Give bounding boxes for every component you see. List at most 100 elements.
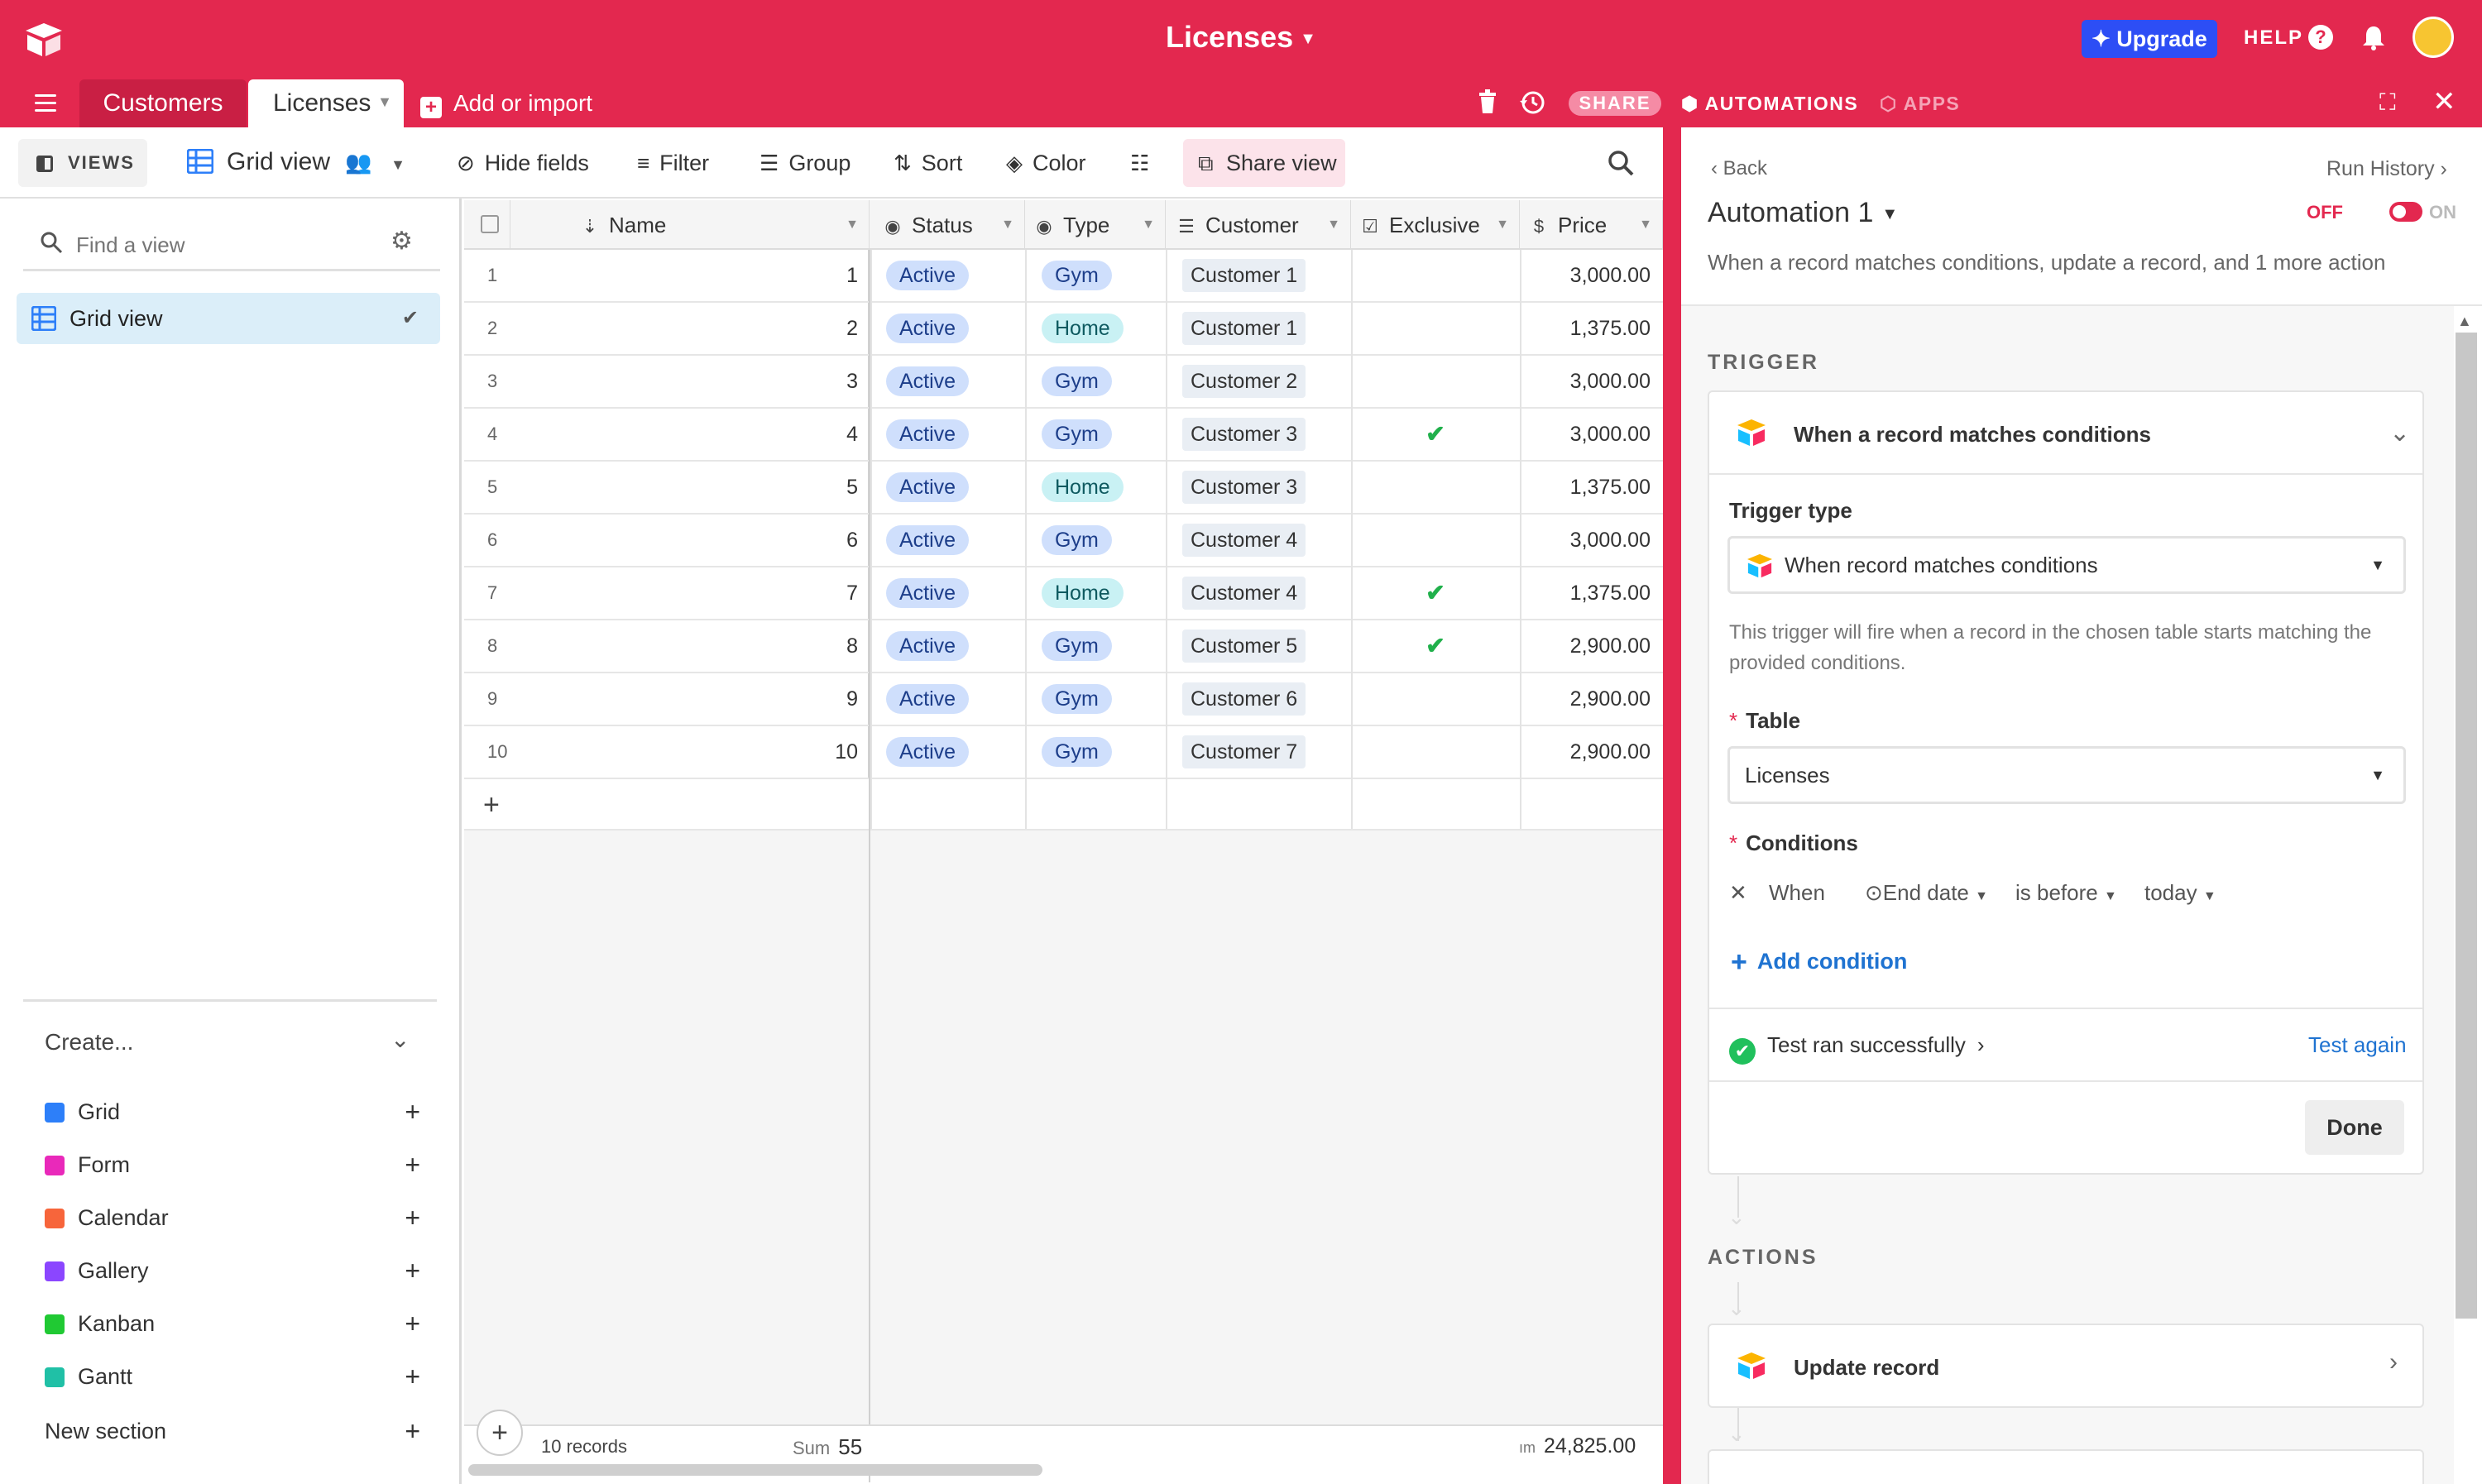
cell-price[interactable]: 2,900.00	[1520, 673, 1655, 725]
scroll-up-arrow-icon[interactable]: ▲	[2457, 313, 2472, 330]
create-form-view[interactable]: Form +	[45, 1148, 420, 1181]
column-header-name[interactable]: ⇣ Name ▼	[579, 200, 870, 250]
user-avatar[interactable]	[2413, 17, 2454, 58]
tab-automations[interactable]: ⬢ AUTOMATIONS	[1681, 91, 1858, 116]
cell-exclusive[interactable]	[1351, 726, 1520, 778]
table-row[interactable]: 1 1 Active Gym Customer 1 3,000.00	[464, 250, 1663, 303]
vertical-scrollbar[interactable]	[2456, 333, 2477, 1319]
cell-name[interactable]: 7	[464, 567, 870, 619]
test-result-link[interactable]: ✔ Test ran successfully ›	[1729, 1032, 1985, 1065]
cell-price[interactable]: 2,900.00	[1520, 620, 1655, 672]
cell-name[interactable]: 4	[464, 409, 870, 460]
cell-status[interactable]: Active	[881, 356, 1035, 407]
cell-type[interactable]: Home	[1035, 462, 1176, 513]
add-row[interactable]	[464, 779, 1663, 831]
close-icon[interactable]: ✕	[2432, 88, 2456, 116]
cell-customer[interactable]: Customer 3	[1176, 409, 1351, 460]
cell-price[interactable]: 3,000.00	[1520, 515, 1655, 566]
create-calendar-view[interactable]: Calendar +	[45, 1201, 420, 1234]
create-kanban-view[interactable]: Kanban +	[45, 1307, 420, 1340]
cell-price[interactable]: 3,000.00	[1520, 409, 1655, 460]
cell-price[interactable]: 1,375.00	[1520, 303, 1655, 354]
cell-type[interactable]: Home	[1035, 303, 1176, 354]
cell-type[interactable]: Gym	[1035, 620, 1176, 672]
help-icon[interactable]: ?	[2308, 25, 2333, 50]
share-button[interactable]: SHARE	[1569, 91, 1661, 116]
cell-status[interactable]: Active	[881, 303, 1035, 354]
cell-customer[interactable]: Customer 4	[1176, 515, 1351, 566]
upgrade-button[interactable]: ✦ Upgrade	[2082, 20, 2217, 58]
back-button[interactable]: ‹ Back	[1711, 157, 1767, 180]
linked-record-chip[interactable]: Customer 1	[1182, 312, 1306, 345]
cell-status[interactable]: Active	[881, 567, 1035, 619]
find-view-input[interactable]	[76, 227, 391, 263]
cell-status[interactable]: Active	[881, 250, 1035, 301]
cell-status[interactable]: Active	[881, 620, 1035, 672]
cell-customer[interactable]: Customer 1	[1176, 250, 1351, 301]
menu-icon[interactable]	[35, 94, 56, 112]
cell-name[interactable]: 9	[464, 673, 870, 725]
column-header-status[interactable]: ◉ Status ▼	[870, 200, 1025, 250]
chevron-down-icon[interactable]: ▼	[1142, 200, 1155, 250]
table-row[interactable]: 10 10 Active Gym Customer 7 2,900.00	[464, 726, 1663, 779]
cell-name[interactable]: 1	[464, 250, 870, 301]
cell-price[interactable]: 1,375.00	[1520, 462, 1655, 513]
horizontal-scrollbar[interactable]	[468, 1464, 1042, 1476]
linked-record-chip[interactable]: Customer 4	[1182, 524, 1306, 557]
cell-customer[interactable]: Customer 3	[1176, 462, 1351, 513]
cell-exclusive[interactable]	[1351, 356, 1520, 407]
cell-exclusive[interactable]	[1351, 515, 1520, 566]
column-header-customer[interactable]: ☰ Customer ▼	[1166, 200, 1351, 250]
cell-customer[interactable]: Customer 7	[1176, 726, 1351, 778]
cell-price[interactable]: 3,000.00	[1520, 356, 1655, 407]
views-toggle-button[interactable]: VIEWS	[18, 139, 147, 187]
cell-name[interactable]: 6	[464, 515, 870, 566]
cell-exclusive[interactable]: ✔	[1351, 620, 1520, 672]
automation-toggle[interactable]	[2389, 202, 2422, 222]
price-sum[interactable]: ım 24,825.00	[1519, 1434, 1636, 1458]
cell-type[interactable]: Gym	[1035, 356, 1176, 407]
current-view-button[interactable]: Grid view 👥 ▼	[227, 144, 405, 183]
chevron-down-icon[interactable]: ▼	[846, 200, 859, 250]
table-row[interactable]: 4 4 Active Gym Customer 3 ✔ 3,000.00	[464, 409, 1663, 462]
linked-record-chip[interactable]: Customer 1	[1182, 259, 1306, 292]
chevron-down-icon[interactable]: ▼	[1001, 200, 1014, 250]
select-all-checkbox[interactable]	[464, 200, 510, 250]
add-condition-button[interactable]: + Add condition	[1731, 946, 1907, 979]
table-row[interactable]: 6 6 Active Gym Customer 4 3,000.00	[464, 515, 1663, 567]
table-row[interactable]: 2 2 Active Home Customer 1 1,375.00	[464, 303, 1663, 356]
automation-title[interactable]: Automation 1 ▼	[1708, 197, 1898, 229]
cell-name[interactable]: 3	[464, 356, 870, 407]
cell-name[interactable]: 8	[464, 620, 870, 672]
run-history-link[interactable]: Run History ›	[2326, 157, 2447, 181]
tab-licenses[interactable]: Licenses ▼	[248, 79, 404, 127]
search-icon[interactable]	[1607, 149, 1635, 177]
cell-exclusive[interactable]	[1351, 673, 1520, 725]
cell-status[interactable]: Active	[881, 726, 1035, 778]
tab-apps[interactable]: ⬡ APPS	[1880, 91, 1960, 116]
create-section-label[interactable]: Create...	[45, 1029, 133, 1056]
cell-type[interactable]: Gym	[1035, 515, 1176, 566]
color-button[interactable]: ◈ Color	[1006, 147, 1086, 179]
share-view-button[interactable]: ⧉ Share view	[1183, 139, 1345, 187]
column-header-exclusive[interactable]: ☑ Exclusive ▼	[1351, 200, 1520, 250]
cell-price[interactable]: 1,375.00	[1520, 567, 1655, 619]
linked-record-chip[interactable]: Customer 2	[1182, 365, 1306, 398]
tab-customers[interactable]: Customers	[79, 79, 247, 127]
cell-exclusive[interactable]	[1351, 462, 1520, 513]
name-sum[interactable]: Sum 55	[793, 1434, 862, 1460]
group-button[interactable]: ☰ Group	[759, 147, 850, 179]
sidebar-item-grid-view[interactable]: Grid view ✔	[17, 293, 440, 344]
create-gantt-view[interactable]: Gantt +	[45, 1360, 420, 1393]
chevron-down-icon[interactable]: ▼	[1496, 200, 1509, 250]
table-row[interactable]: 3 3 Active Gym Customer 2 3,000.00	[464, 356, 1663, 409]
chevron-down-icon[interactable]: ▼	[1639, 200, 1652, 250]
cell-exclusive[interactable]: ✔	[1351, 409, 1520, 460]
cell-exclusive[interactable]	[1351, 303, 1520, 354]
cell-price[interactable]: 2,900.00	[1520, 726, 1655, 778]
cell-status[interactable]: Active	[881, 462, 1035, 513]
table-row[interactable]: 8 8 Active Gym Customer 5 ✔ 2,900.00	[464, 620, 1663, 673]
column-header-type[interactable]: ◉ Type ▼	[1025, 200, 1166, 250]
filter-button[interactable]: ≡ Filter	[637, 147, 709, 179]
done-button[interactable]: Done	[2305, 1100, 2404, 1155]
